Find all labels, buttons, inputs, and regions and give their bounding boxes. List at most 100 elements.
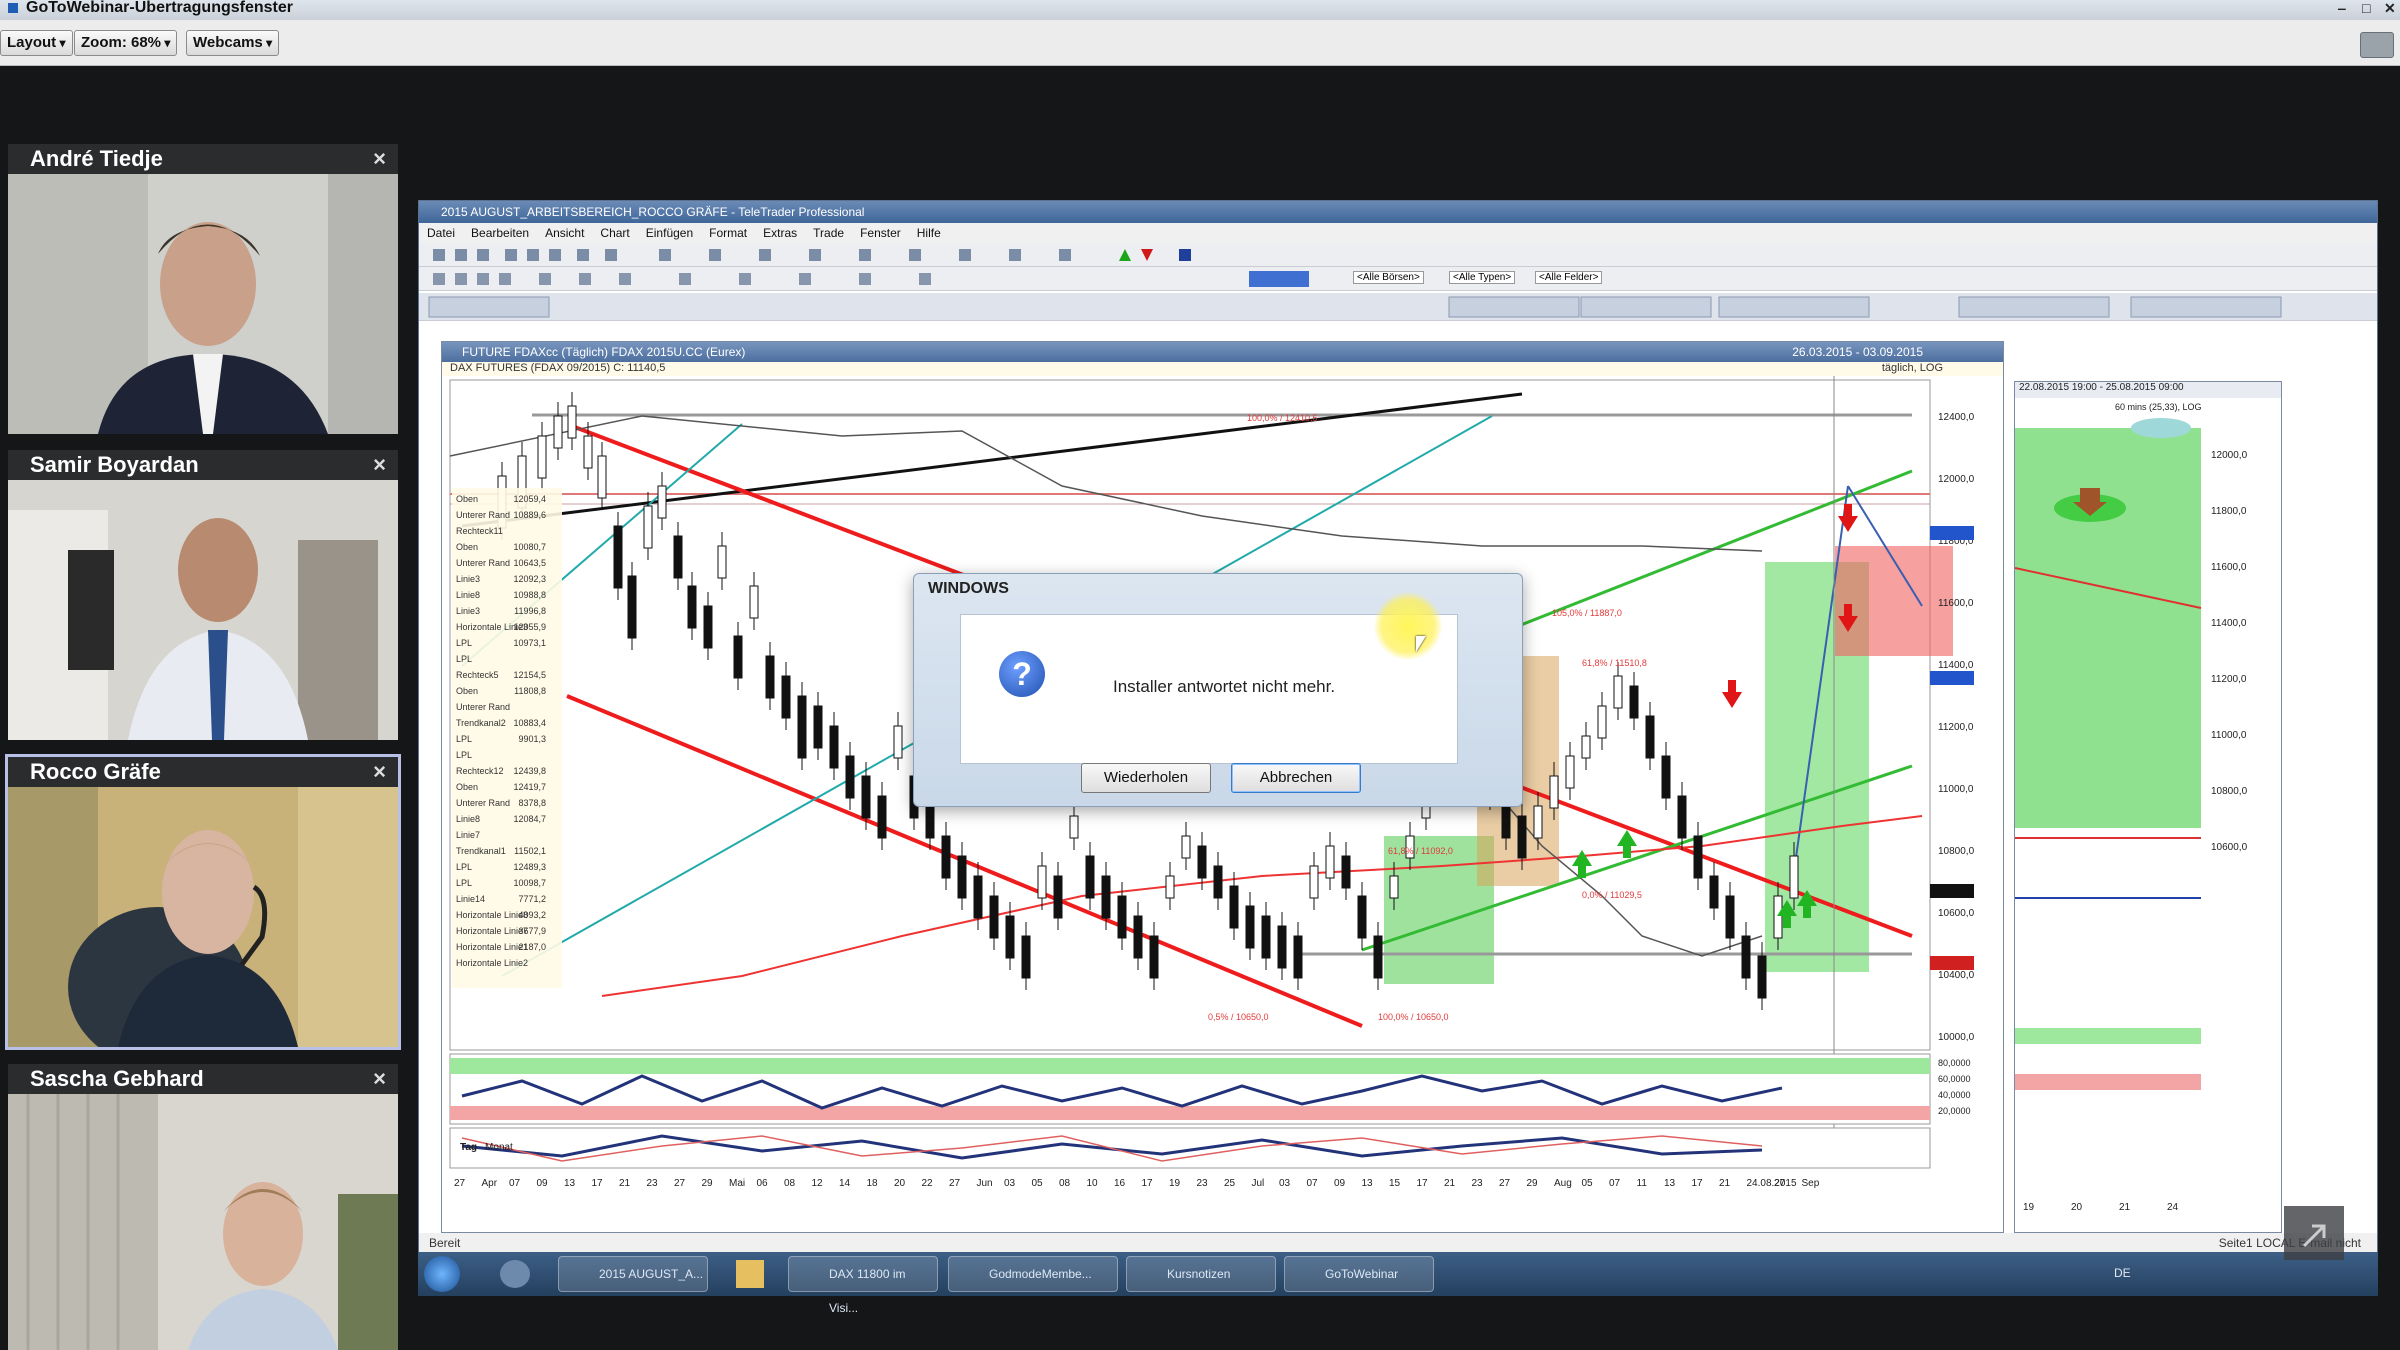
overbought-band [450, 1058, 1930, 1074]
felder-combo[interactable]: <Alle Felder> [1535, 271, 1603, 284]
start-button-icon[interactable] [424, 1256, 460, 1292]
menu-einfuegen[interactable]: Einfügen [638, 223, 701, 243]
menu-extras[interactable]: Extras [755, 223, 805, 243]
x-tick-label: 23 [1472, 1178, 1484, 1189]
gotowebinar-icon [8, 2, 18, 13]
green-zone [2015, 428, 2201, 828]
toolbar-icons[interactable] [419, 243, 2377, 267]
y-tick-label: 11000,0 [1938, 784, 1974, 795]
close-icon[interactable]: × [373, 450, 386, 480]
x-tick-label: 24 [2167, 1202, 2179, 1213]
tab-monat[interactable]: Monat [485, 1142, 513, 1153]
close-icon[interactable]: × [373, 1064, 386, 1094]
minimize-icon[interactable]: ‒ [2338, 0, 2346, 16]
dialog-message: Installer antwortet nicht mehr. [1113, 677, 1336, 696]
legend-value: 11502,1 [514, 846, 546, 856]
candle-body [1181, 835, 1191, 859]
typen-combo[interactable]: <Alle Typen> [1449, 271, 1516, 284]
candle-body [973, 875, 983, 919]
webcam-video [8, 787, 398, 1047]
chart-info: DAX FUTURES (FDAX 09/2015) C: 11140,5 [450, 362, 666, 374]
oscillator-tick: 40,0000 [1938, 1090, 1971, 1100]
x-tick-label: 15 [1389, 1178, 1401, 1189]
chart-title-bar: FUTURE FDAXcc (Täglich) FDAX 2015U.CC (E… [442, 342, 2003, 362]
intraday-chart-window: 22.08.2015 19:00 - 25.08.2015 09:00 60 m… [2014, 381, 2282, 1233]
candle-body [797, 695, 807, 759]
app-title: 2015 AUGUST_ARBEITSBEREICH_ROCCO GRÄFE -… [419, 201, 2377, 223]
menu-format[interactable]: Format [701, 223, 755, 243]
webcam-name: Rocco Gräfe [30, 759, 161, 784]
retry-button[interactable]: Wiederholen [1081, 763, 1211, 793]
collapse-icon[interactable] [2284, 1206, 2344, 1260]
tab-tag[interactable]: Tag [460, 1142, 477, 1153]
x-tick-label: 14 [839, 1178, 851, 1189]
x-tick-label: 27 [1499, 1178, 1511, 1189]
collapse-arrows [2302, 1224, 2326, 1248]
x-tick-label: Jun [977, 1178, 993, 1189]
candle-body [613, 525, 623, 589]
legend-label: Oben [456, 542, 478, 552]
red-zone [1835, 546, 1953, 656]
legend-label: Horizontale Linie8 [456, 910, 528, 920]
zoom-dropdown[interactable]: Zoom: 68% [74, 30, 178, 56]
legend-label: Rechteck5 [456, 670, 499, 680]
legend-label: Trendkanal1 [456, 846, 506, 856]
candle-body [941, 835, 951, 879]
candle-body [765, 655, 775, 699]
maximize-icon[interactable]: □ [2362, 0, 2370, 16]
x-tick-label: 03 [1004, 1178, 1016, 1189]
legend-label: Unterer Rand [456, 510, 510, 520]
boersen-combo[interactable]: <Alle Börsen> [1353, 271, 1424, 284]
fibonacci-label: 100,0% / 12410,5 [1247, 413, 1318, 423]
taskbar-item[interactable]: DAX 11800 im Visi... [788, 1256, 938, 1315]
x-tick-label: 23 [647, 1178, 659, 1189]
legend-label: Oben [456, 494, 478, 504]
taskbar-item[interactable]: Kursnotizen [1126, 1256, 1276, 1292]
taskbar-item[interactable]: GoToWebinar [1284, 1256, 1434, 1292]
webcam-image [8, 1094, 398, 1350]
candle-body [829, 725, 839, 769]
intraday-title: 22.08.2015 19:00 - 25.08.2015 09:00 [2015, 382, 2281, 398]
teletrader-window: 2015 AUGUST_ARBEITSBEREICH_ROCCO GRÄFE -… [418, 200, 2378, 1253]
taskbar-item[interactable]: GodmodeMembe... [948, 1256, 1118, 1292]
taskbar-item[interactable]: 2015 AUGUST_A... [558, 1256, 708, 1292]
cancel-button[interactable]: Abbrechen [1231, 763, 1361, 793]
menu-bar: Datei Bearbeiten Ansicht Chart Einfügen Forma… [419, 223, 2377, 243]
candle-body [813, 705, 823, 749]
close-icon[interactable]: × [373, 757, 386, 787]
legend-value: 12059,4 [513, 494, 546, 504]
x-tick-label: 09 [1334, 1178, 1346, 1189]
menu-datei[interactable]: Datei [419, 223, 463, 243]
chart-scale: täglich, LOG [1881, 362, 1943, 374]
menu-trade[interactable]: Trade [805, 223, 852, 243]
oscillator-tick: 60,0000 [1938, 1074, 1971, 1084]
browser-pin-icon[interactable] [500, 1260, 530, 1288]
menu-hilfe[interactable]: Hilfe [909, 223, 949, 243]
legend-label: Linie14 [456, 894, 485, 904]
menu-fenster[interactable]: Fenster [852, 223, 909, 243]
y-tick-label: 10400,0 [1938, 970, 1975, 981]
window-tabs[interactable] [419, 293, 2377, 321]
oversold-band [450, 1106, 1930, 1120]
menu-chart[interactable]: Chart [592, 223, 637, 243]
chart-info-line: DAX FUTURES (FDAX 09/2015) C: 11140,5 täg… [442, 362, 2003, 376]
menu-bearbeiten[interactable]: Bearbeiten [463, 223, 537, 243]
price-tag [1930, 526, 1974, 540]
camera-icon[interactable] [2360, 32, 2394, 58]
legend-label: LPL [456, 638, 472, 648]
x-tick-label: 27 [1774, 1178, 1786, 1189]
language-indicator[interactable]: DE [2114, 1266, 2131, 1280]
x-tick-label: 17 [592, 1178, 604, 1189]
close-icon[interactable]: ✕ [2384, 0, 2396, 16]
intraday-chart[interactable]: 12000,0 11800,0 11600,0 11400,0 11200,0 11000… [2015, 398, 2281, 1232]
legend-label: Linie3 [456, 574, 480, 584]
candle-body [1149, 935, 1159, 979]
folder-icon[interactable] [736, 1260, 764, 1288]
layout-dropdown[interactable]: Layout [0, 30, 73, 56]
webcams-dropdown[interactable]: Webcams [186, 30, 280, 56]
window-tabs-bar [419, 293, 2377, 321]
menu-ansicht[interactable]: Ansicht [537, 223, 592, 243]
candle-body [1165, 875, 1175, 899]
candle-body [627, 575, 637, 639]
close-icon[interactable]: × [373, 144, 386, 174]
